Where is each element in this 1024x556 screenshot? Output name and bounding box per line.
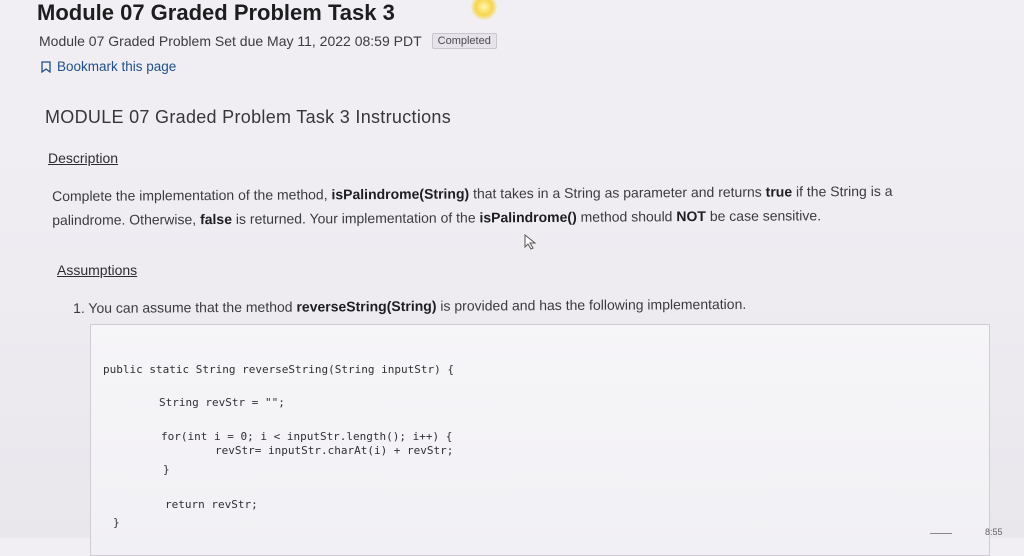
- code-line: public static String reverseString(Strin…: [103, 363, 454, 376]
- code-line: revStr= inputStr.charAt(i) + revStr;: [215, 444, 454, 457]
- taskbar-divider: [930, 533, 952, 534]
- description-link[interactable]: Description: [48, 150, 118, 166]
- assumptions-link[interactable]: Assumptions: [57, 262, 137, 278]
- bookmark-icon: [41, 60, 51, 73]
- code-line: return revStr;: [165, 498, 258, 511]
- due-date-subtitle: Module 07 Graded Problem Set due May 11,…: [39, 33, 422, 49]
- page-title: Module 07 Graded Problem Task 3: [37, 0, 395, 25]
- mouse-cursor-icon: [524, 234, 537, 250]
- status-badge: Completed: [431, 33, 497, 49]
- code-line: }: [113, 516, 120, 529]
- code-block: public static String reverseString(Strin…: [90, 324, 990, 556]
- bookmark-label: Bookmark this page: [57, 59, 177, 74]
- light-glare: [471, 0, 497, 20]
- code-line: String revStr = "";: [159, 396, 285, 409]
- subtitle-row: Module 07 Graded Problem Set due May 11,…: [39, 33, 497, 49]
- code-line: for(int i = 0; i < inputStr.length(); i+…: [161, 430, 453, 443]
- instructions-heading: MODULE 07 Graded Problem Task 3 Instruct…: [45, 107, 452, 127]
- description-paragraph: Complete the implementation of the metho…: [52, 182, 893, 228]
- code-line: }: [163, 463, 170, 476]
- taskbar-clock: 8:55: [985, 527, 1003, 537]
- bookmark-button[interactable]: Bookmark this page: [41, 59, 176, 74]
- assumption-item: 1. You can assume that the method revers…: [73, 295, 747, 316]
